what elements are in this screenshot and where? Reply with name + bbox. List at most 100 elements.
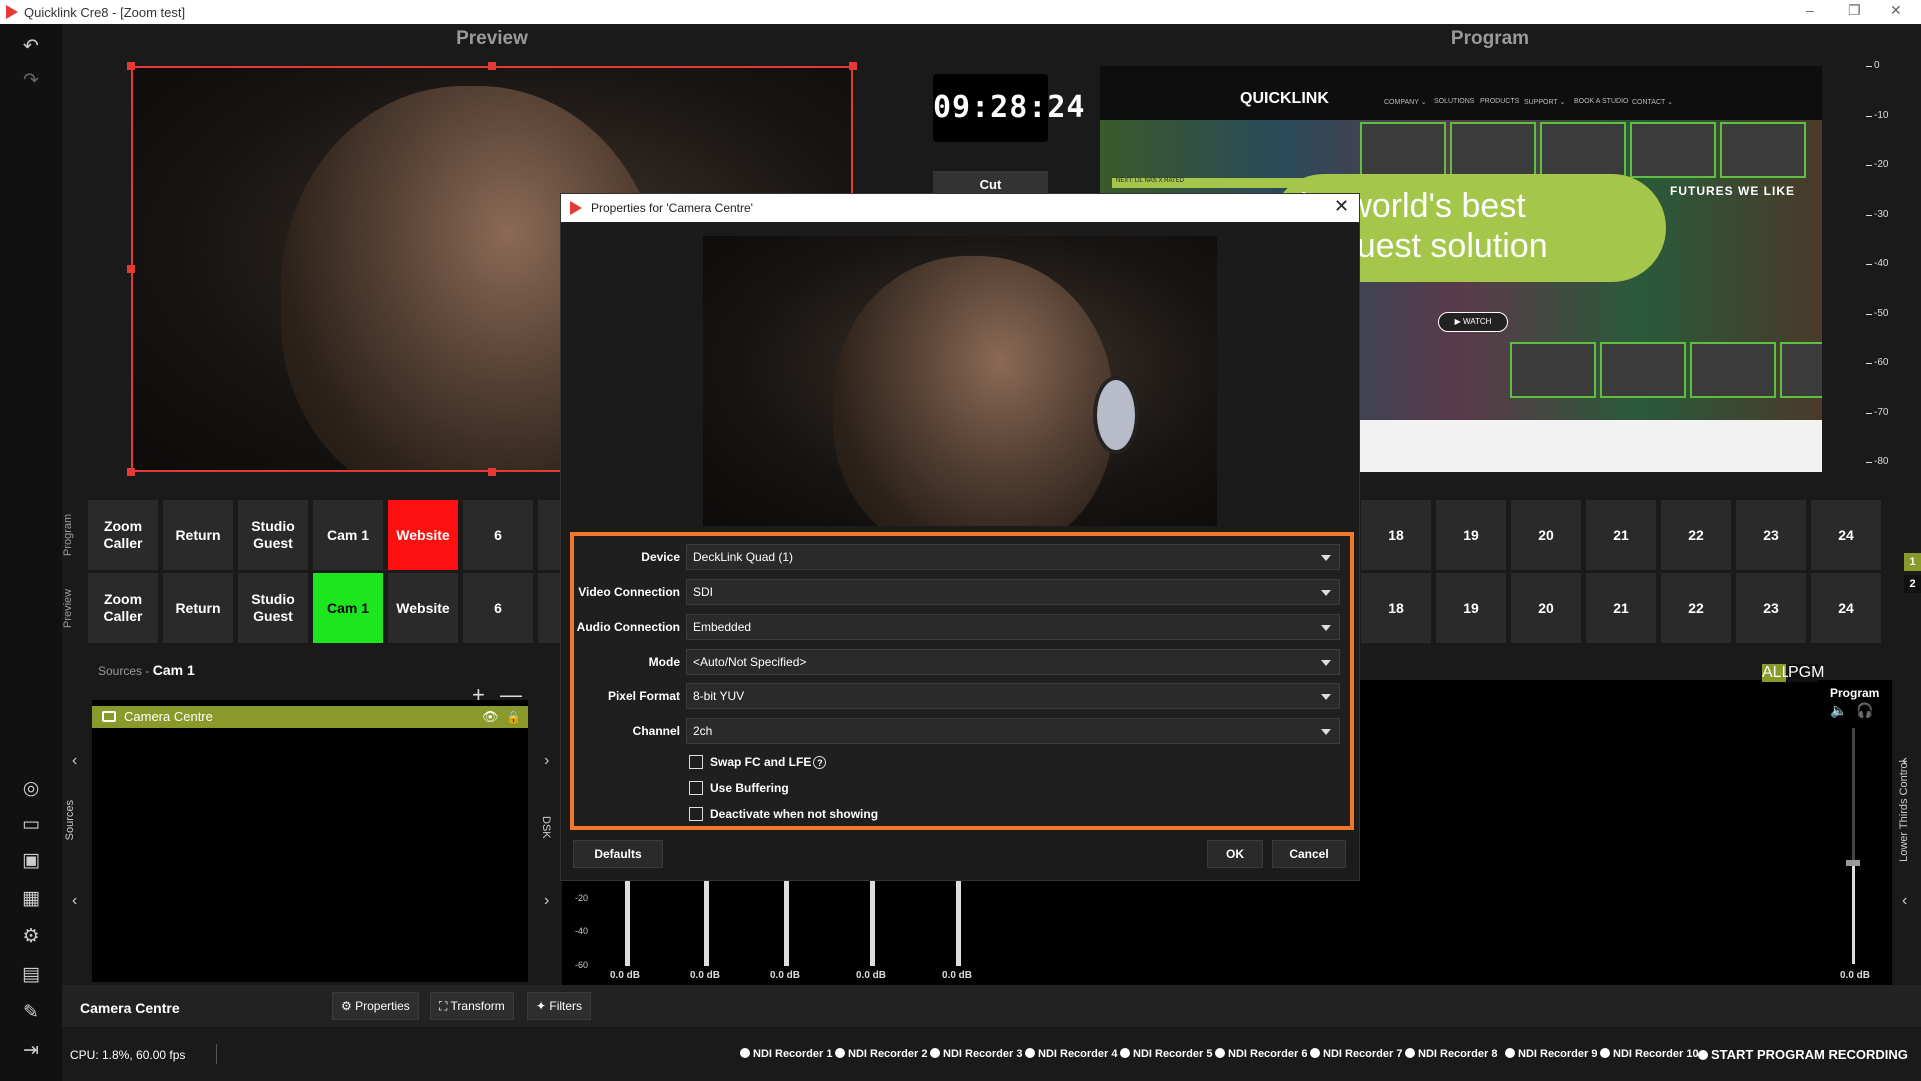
ndi-recorder-toggle[interactable]: NDI Recorder 3: [930, 1048, 1022, 1060]
program-source-button[interactable]: Zoom Caller: [88, 500, 158, 570]
sources-list[interactable]: [92, 700, 528, 982]
preview-source-button[interactable]: 19: [1436, 573, 1506, 643]
audio-fader[interactable]: [625, 880, 630, 966]
close-icon[interactable]: ✕: [1890, 2, 1902, 19]
ndi-recorder-toggle[interactable]: NDI Recorder 10: [1600, 1048, 1699, 1060]
audio-fader[interactable]: [704, 880, 709, 966]
program-source-button[interactable]: Return: [163, 500, 233, 570]
ndi-recorder-toggle[interactable]: NDI Recorder 1: [740, 1048, 832, 1060]
folder-icon[interactable]: ▤: [18, 962, 44, 988]
help-icon[interactable]: ?: [813, 756, 827, 769]
field-select[interactable]: <Auto/Not Specified>: [686, 649, 1340, 675]
undo-icon[interactable]: ↶: [18, 34, 44, 60]
dialog-close-icon[interactable]: ✕: [1334, 196, 1349, 217]
field-select[interactable]: SDI: [686, 579, 1340, 605]
monitor-icon[interactable]: ▭: [18, 812, 44, 838]
chevron-right-icon[interactable]: ›: [544, 892, 549, 910]
transform-button[interactable]: ⛶ Transform: [430, 992, 514, 1020]
preview-source-button[interactable]: Cam 1: [313, 573, 383, 643]
program-source-button[interactable]: Studio Guest: [238, 500, 308, 570]
program-source-button[interactable]: 21: [1586, 500, 1656, 570]
field-select[interactable]: Embedded: [686, 614, 1340, 640]
chevron-right-icon[interactable]: ›: [544, 752, 549, 770]
redo-icon[interactable]: ↷: [18, 68, 44, 94]
minimize-icon[interactable]: –: [1806, 2, 1814, 18]
resize-handle[interactable]: [127, 62, 135, 70]
program-source-button[interactable]: 24: [1811, 500, 1881, 570]
headphones-icon[interactable]: 🎧: [1856, 702, 1873, 719]
cancel-button[interactable]: Cancel: [1272, 840, 1346, 868]
preview-source-button[interactable]: Return: [163, 573, 233, 643]
preview-source-button[interactable]: Zoom Caller: [88, 573, 158, 643]
lock-icon[interactable]: 🔒: [506, 706, 521, 728]
resize-handle[interactable]: [488, 468, 496, 476]
program-source-button[interactable]: 19: [1436, 500, 1506, 570]
audio-fader[interactable]: [784, 880, 789, 966]
field-select[interactable]: 8-bit YUV: [686, 683, 1340, 709]
app-logo-icon: [6, 5, 18, 19]
program-source-button[interactable]: Website: [388, 500, 458, 570]
program-source-button[interactable]: [538, 500, 560, 570]
speaker-icon[interactable]: 🔈: [1830, 702, 1847, 719]
remove-source-icon[interactable]: —: [500, 682, 522, 708]
preview-source-button[interactable]: Studio Guest: [238, 573, 308, 643]
ok-button[interactable]: OK: [1207, 840, 1263, 868]
filters-button[interactable]: ✦ Filters: [527, 992, 592, 1020]
quicklink-icon[interactable]: ◎: [18, 776, 44, 802]
preview-source-button[interactable]: [538, 573, 560, 643]
checkbox[interactable]: [689, 781, 703, 795]
restore-icon[interactable]: ❐: [1848, 2, 1861, 19]
program-source-button[interactable]: 6: [463, 500, 533, 570]
preview-source-button[interactable]: 24: [1811, 573, 1881, 643]
chevron-left-icon[interactable]: ‹: [72, 752, 77, 770]
ndi-recorder-toggle[interactable]: NDI Recorder 6: [1215, 1048, 1307, 1060]
resize-handle[interactable]: [488, 62, 496, 70]
preview-source-button[interactable]: Website: [388, 573, 458, 643]
properties-button[interactable]: ⚙ Properties: [332, 992, 419, 1020]
audio-fader[interactable]: [870, 880, 875, 966]
chevron-left-icon[interactable]: ‹: [72, 892, 77, 910]
program-source-button[interactable]: Cam 1: [313, 500, 383, 570]
ndi-recorder-toggle[interactable]: NDI Recorder 8: [1405, 1048, 1497, 1060]
preview-source-button[interactable]: 21: [1586, 573, 1656, 643]
checkbox[interactable]: [689, 807, 703, 821]
checkbox[interactable]: [689, 755, 703, 769]
checkbox-text: Use Buffering: [710, 781, 789, 795]
program-source-button[interactable]: 18: [1361, 500, 1431, 570]
tools-icon[interactable]: ✎: [18, 1000, 44, 1026]
source-item-camera-centre[interactable]: Camera Centre: [92, 706, 528, 728]
visibility-eye-icon[interactable]: 👁: [482, 706, 499, 728]
ndi-recorder-toggle[interactable]: NDI Recorder 9: [1505, 1048, 1597, 1060]
program-source-button[interactable]: 23: [1736, 500, 1806, 570]
resize-handle[interactable]: [849, 62, 857, 70]
mixer-pgm-toggle[interactable]: PGM: [1788, 664, 1824, 682]
defaults-button[interactable]: Defaults: [573, 840, 663, 868]
program-source-button[interactable]: 22: [1661, 500, 1731, 570]
page-badge-1[interactable]: 1: [1904, 553, 1921, 571]
chevron-left-icon[interactable]: ‹: [1902, 892, 1907, 910]
field-select[interactable]: 2ch: [686, 718, 1340, 744]
ndi-recorder-toggle[interactable]: NDI Recorder 5: [1120, 1048, 1212, 1060]
preview-source-button[interactable]: 23: [1736, 573, 1806, 643]
chevron-left-icon[interactable]: ‹: [1902, 752, 1907, 770]
layout-icon[interactable]: ▦: [18, 886, 44, 912]
start-recording-button[interactable]: START PROGRAM RECORDING: [1698, 1047, 1908, 1062]
settings-icon[interactable]: ⚙: [18, 924, 44, 950]
preview-source-button[interactable]: 18: [1361, 573, 1431, 643]
ndi-recorder-toggle[interactable]: NDI Recorder 7: [1310, 1048, 1402, 1060]
page-badge-2[interactable]: 2: [1904, 575, 1921, 593]
field-select[interactable]: DeckLink Quad (1): [686, 544, 1340, 570]
audio-fader[interactable]: [956, 880, 961, 966]
ndi-recorder-toggle[interactable]: NDI Recorder 2: [835, 1048, 927, 1060]
mixer-all-toggle[interactable]: ALL: [1762, 664, 1790, 682]
preview-source-button[interactable]: 6: [463, 573, 533, 643]
resize-handle[interactable]: [127, 265, 135, 273]
preview-source-button[interactable]: 22: [1661, 573, 1731, 643]
program-source-button[interactable]: 20: [1511, 500, 1581, 570]
exit-icon[interactable]: ⇥: [18, 1038, 44, 1064]
add-source-icon[interactable]: +: [472, 682, 485, 708]
presentation-icon[interactable]: ▣: [18, 848, 44, 874]
preview-source-button[interactable]: 20: [1511, 573, 1581, 643]
ndi-recorder-toggle[interactable]: NDI Recorder 4: [1025, 1048, 1117, 1060]
resize-handle[interactable]: [127, 468, 135, 476]
